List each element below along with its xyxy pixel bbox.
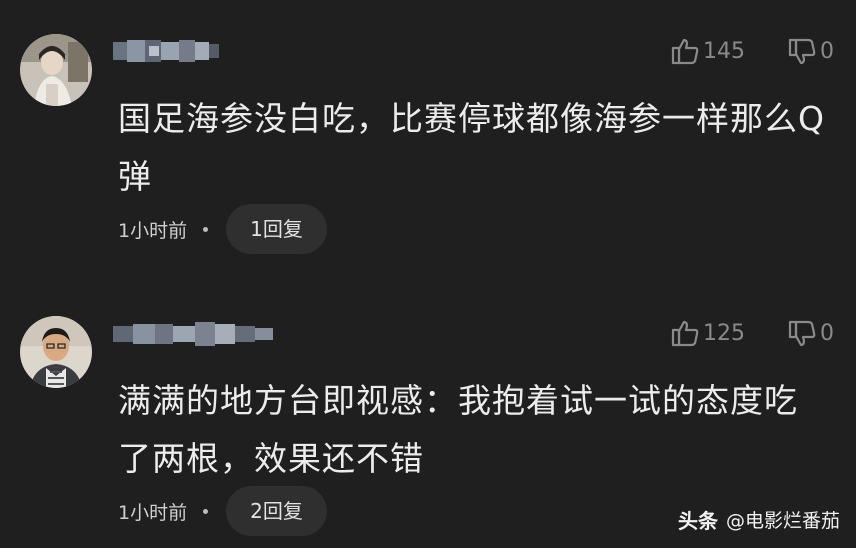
watermark: 头条 @电影烂番茄 [678, 505, 840, 534]
reply-button[interactable]: 2回复 [226, 486, 327, 536]
like-count: 145 [703, 38, 745, 64]
watermark-handle: @电影烂番茄 [725, 510, 840, 532]
separator-dot [203, 508, 209, 514]
comment-actions: 125 0 [670, 318, 834, 348]
watermark-brand: 头条 [677, 509, 718, 533]
comment-text: 满满的地方台即视感：我抱着试一试的态度吃了两根，效果还不错 [118, 381, 798, 478]
separator-dot [203, 226, 209, 232]
like-button[interactable]: 125 [670, 318, 745, 348]
like-button[interactable]: 145 [670, 36, 745, 66]
dislike-count: 0 [820, 38, 834, 64]
timestamp: 1小时前 [118, 219, 188, 242]
dislike-button[interactable]: 0 [787, 36, 834, 66]
comment-meta: 1小时前 2回复 [118, 486, 327, 536]
dislike-button[interactable]: 0 [787, 318, 834, 348]
comment-text: 国足海参没白吃，比赛停球都像海参一样那么Q弹 [118, 99, 825, 196]
comment-meta: 1小时前 1回复 [118, 204, 327, 254]
timestamp: 1小时前 [118, 501, 188, 524]
avatar[interactable] [20, 34, 92, 106]
dislike-count: 0 [820, 320, 834, 346]
avatar[interactable] [20, 316, 92, 388]
username-blurred[interactable] [113, 318, 273, 348]
thumbs-down-icon [788, 320, 816, 347]
like-count: 125 [703, 320, 745, 346]
comment-actions: 145 0 [670, 36, 834, 66]
username-blurred[interactable] [113, 36, 219, 66]
reply-button[interactable]: 1回复 [226, 204, 327, 254]
thumbs-up-icon [671, 38, 699, 65]
thumbs-up-icon [671, 320, 699, 347]
thumbs-down-icon [788, 38, 816, 65]
